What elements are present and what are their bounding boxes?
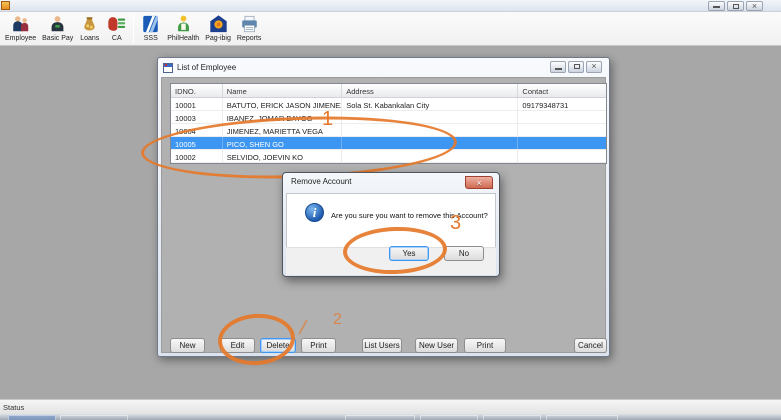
employee-window-title: List of Employee	[177, 63, 236, 72]
toolbar-item-pagibig[interactable]: Pag-ibig	[202, 13, 234, 45]
minimize-button[interactable]	[550, 61, 566, 73]
close-button[interactable]: ×	[586, 61, 602, 73]
dialog-close-button[interactable]: ×	[465, 176, 493, 189]
app-icon	[1, 1, 10, 10]
cell-idno: 10003	[171, 111, 223, 123]
taskbar-button	[546, 415, 618, 420]
toolbar-item-basic-pay[interactable]: Basic Pay	[39, 13, 76, 45]
main-window-controls: ×	[708, 1, 763, 11]
employee-window-titlebar[interactable]: List of Employee ×	[158, 58, 609, 77]
cancel-button[interactable]: Cancel	[574, 338, 607, 353]
info-icon: i	[305, 203, 324, 222]
toolbar-item-sss[interactable]: SSS	[137, 13, 164, 45]
maximize-icon	[733, 4, 739, 9]
column-header-address[interactable]: Address	[342, 84, 518, 97]
table-row[interactable]: 10001 BATUTO, ERICK JASON JIMENEZ Sola S…	[171, 98, 606, 111]
dialog-message: Are you sure you want to remove this Acc…	[331, 211, 488, 220]
column-header-contact[interactable]: Contact	[518, 84, 606, 97]
basic-pay-icon	[47, 14, 68, 34]
toolbar-label: Pag-ibig	[205, 35, 231, 42]
employees-icon	[10, 14, 31, 34]
status-bar: Status	[0, 399, 781, 414]
cell-contact	[518, 150, 606, 162]
main-window-titlebar: ×	[0, 0, 781, 12]
column-header-idno[interactable]: IDNO.	[171, 84, 223, 97]
taskbar-button	[8, 415, 56, 420]
print-button[interactable]: Print	[301, 338, 336, 353]
print-users-button[interactable]: Print	[464, 338, 506, 353]
toolbar-item-ca[interactable]: CA	[103, 13, 130, 45]
grid-header-row: IDNO. Name Address Contact	[171, 84, 606, 98]
taskbar-strip	[0, 414, 781, 420]
cell-contact	[518, 111, 606, 123]
cell-contact: 09179348731	[518, 98, 606, 110]
employee-window-controls: ×	[550, 61, 602, 73]
pagibig-icon	[208, 14, 229, 34]
close-icon: ×	[587, 60, 601, 72]
toolbar-label: Reports	[237, 35, 262, 42]
toolbar-item-philhealth[interactable]: PhilHealth	[164, 13, 202, 45]
ca-icon	[106, 14, 127, 34]
annotation-step-1: 1	[322, 108, 333, 131]
reports-icon	[239, 14, 260, 34]
sss-icon	[140, 14, 161, 34]
taskbar-button	[345, 415, 415, 420]
cell-contact	[518, 137, 606, 149]
no-button[interactable]: No	[444, 246, 484, 261]
annotation-step-3: 3	[450, 212, 461, 235]
toolbar-label: SSS	[144, 35, 158, 42]
toolbar-item-loans[interactable]: Loans	[76, 13, 103, 45]
minimize-button[interactable]	[708, 1, 725, 11]
toolbar-label: Loans	[80, 35, 99, 42]
new-user-button[interactable]: New User	[415, 338, 458, 353]
column-header-name[interactable]: Name	[223, 84, 342, 97]
main-toolbar: Employee Basic Pay Loans CA SSS	[0, 12, 781, 46]
toolbar-label: PhilHealth	[167, 35, 199, 42]
annotation-step-2: 2	[333, 311, 342, 329]
cell-contact	[518, 124, 606, 136]
toolbar-label: CA	[112, 35, 122, 42]
toolbar-item-employee[interactable]: Employee	[2, 13, 39, 45]
new-button[interactable]: New	[170, 338, 205, 353]
dialog-title: Remove Account	[291, 177, 351, 186]
maximize-button[interactable]	[727, 1, 744, 11]
close-icon: ×	[466, 177, 492, 189]
list-users-button[interactable]: List Users	[362, 338, 402, 353]
close-button[interactable]: ×	[746, 1, 763, 11]
toolbar-separator	[133, 15, 134, 43]
taskbar-button	[420, 415, 478, 420]
status-label: Status	[3, 403, 24, 412]
taskbar-button	[60, 415, 128, 420]
minimize-icon	[555, 68, 562, 70]
close-icon: ×	[747, 0, 762, 12]
loans-icon	[79, 14, 100, 34]
cell-idno: 10001	[171, 98, 223, 110]
taskbar-button	[483, 415, 541, 420]
philhealth-icon	[173, 14, 194, 34]
minimize-icon	[713, 6, 720, 8]
maximize-icon	[574, 64, 580, 69]
toolbar-item-reports[interactable]: Reports	[234, 13, 265, 45]
toolbar-label: Employee	[5, 35, 36, 42]
cell-address: Sola St. Kabankalan City	[342, 98, 518, 110]
maximize-button[interactable]	[568, 61, 584, 73]
toolbar-label: Basic Pay	[42, 35, 73, 42]
form-icon	[163, 63, 173, 73]
